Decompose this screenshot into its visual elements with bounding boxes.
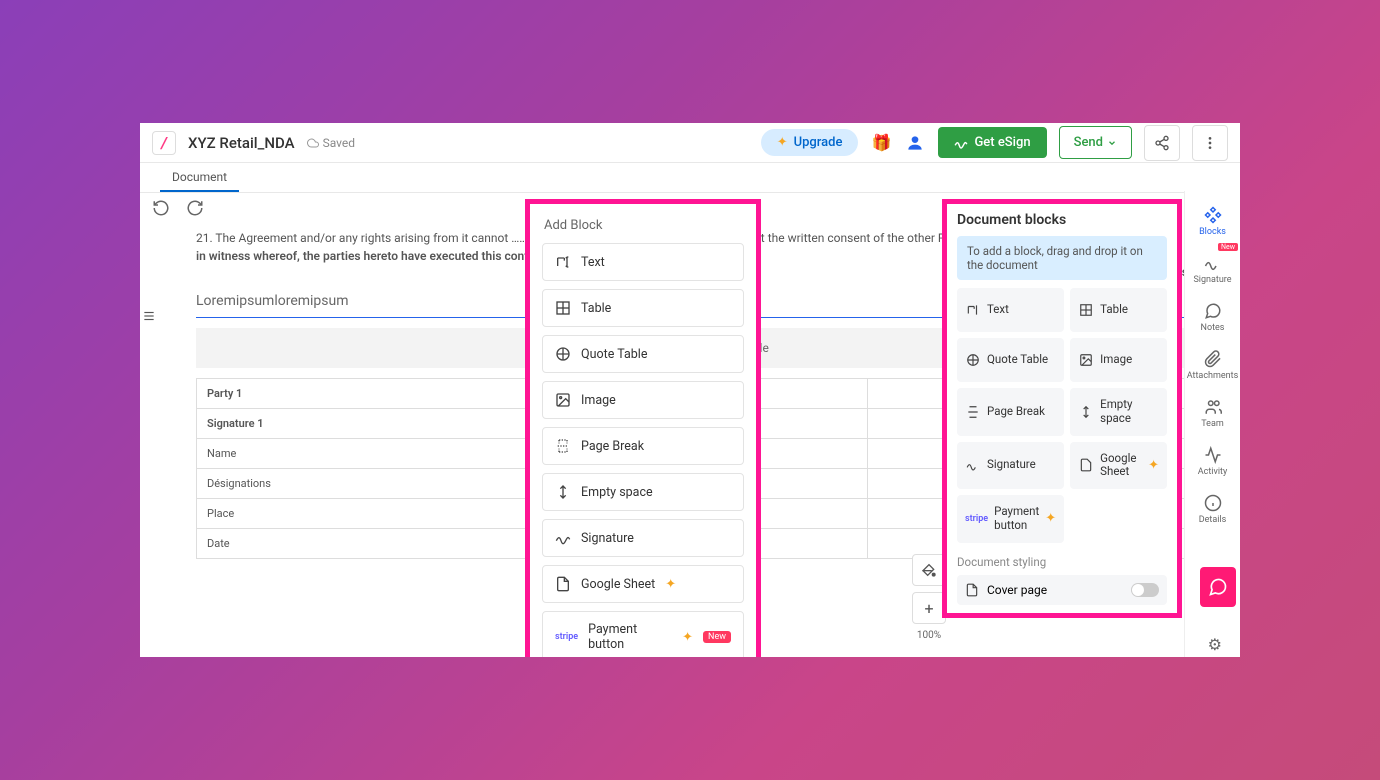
zoom-level: 100%: [917, 630, 941, 641]
doc-title: XYZ Retail_NDA: [188, 134, 295, 152]
header-bar: / XYZ Retail_NDA Saved ✦ Upgrade 🎁 Get e…: [140, 123, 1240, 163]
page-icon: [965, 583, 979, 597]
empty-space-icon: [555, 484, 571, 500]
grid-table[interactable]: Table: [1070, 288, 1167, 332]
app-window: / XYZ Retail_NDA Saved ✦ Upgrade 🎁 Get e…: [140, 123, 1240, 657]
grid-text[interactable]: Text: [957, 288, 1064, 332]
panel-title: Document blocks: [957, 212, 1167, 228]
quote-table-icon: [555, 346, 571, 362]
sparkle-icon: ✦: [665, 577, 676, 592]
undo-button[interactable]: [152, 199, 170, 217]
tab-team[interactable]: Team: [1185, 389, 1240, 437]
page-break-icon: [965, 404, 981, 420]
image-icon: [1078, 352, 1094, 368]
settings-gear-icon[interactable]: ⚙: [1208, 635, 1222, 654]
block-payment-button[interactable]: stripePayment button✦New: [542, 611, 744, 657]
block-text[interactable]: Text: [542, 243, 744, 281]
upgrade-button[interactable]: ✦ Upgrade: [761, 129, 859, 156]
page-break-icon: [555, 438, 571, 454]
add-button[interactable]: +: [912, 592, 946, 624]
sparkle-icon: ✦: [1148, 458, 1159, 473]
text-icon: [965, 302, 981, 318]
signature-icon: [555, 530, 571, 546]
tab-blocks[interactable]: Blocks: [1185, 197, 1240, 245]
google-sheet-icon: [1078, 457, 1094, 473]
redo-button[interactable]: [186, 199, 204, 217]
user-icon[interactable]: [904, 132, 926, 154]
send-button[interactable]: Send: [1059, 126, 1132, 159]
stripe-icon: stripe: [965, 514, 988, 524]
tab-document[interactable]: Document: [160, 164, 239, 192]
document-blocks-panel: Document blocks To add a block, drag and…: [942, 199, 1182, 618]
text-icon: [555, 254, 571, 270]
block-image[interactable]: Image: [542, 381, 744, 419]
block-quote-table[interactable]: Quote Table: [542, 335, 744, 373]
cover-page-toggle[interactable]: Cover page: [957, 575, 1167, 605]
grid-empty-space[interactable]: Empty space: [1070, 388, 1167, 436]
block-page-break[interactable]: Page Break: [542, 427, 744, 465]
fill-button[interactable]: [912, 554, 946, 586]
block-table[interactable]: Table: [542, 289, 744, 327]
share-icon: [1154, 135, 1170, 151]
float-actions: + 100%: [912, 554, 946, 641]
block-grid: Text Table Quote Table Image Page Break …: [957, 288, 1167, 543]
image-icon: [555, 392, 571, 408]
toggle-switch[interactable]: [1131, 583, 1159, 597]
gift-icon[interactable]: 🎁: [870, 132, 892, 154]
new-badge: New: [703, 631, 731, 643]
tab-activity[interactable]: Activity: [1185, 437, 1240, 485]
squiggle-icon: [954, 136, 968, 150]
block-signature[interactable]: Signature: [542, 519, 744, 557]
add-block-popup: Add Block Text Table Quote Table Image P…: [525, 199, 761, 657]
styling-label: Document styling: [957, 555, 1167, 569]
saved-label: Saved: [307, 136, 355, 150]
doc-icon: /: [152, 131, 176, 155]
google-sheet-icon: [555, 576, 571, 592]
add-block-title: Add Block: [542, 212, 744, 243]
chat-icon: [1208, 577, 1228, 597]
share-button[interactable]: [1144, 125, 1180, 161]
quote-table-icon: [965, 352, 981, 368]
sparkle-icon: ✦: [1045, 511, 1056, 526]
panel-hint: To add a block, drag and drop it on the …: [957, 236, 1167, 280]
tabs-row: Document: [140, 163, 1240, 193]
sparkle-icon: ✦: [682, 630, 693, 645]
chevron-down-icon: [1107, 138, 1117, 148]
table-icon: [1078, 302, 1094, 318]
grid-quote-table[interactable]: Quote Table: [957, 338, 1064, 382]
tab-details[interactable]: Details: [1185, 485, 1240, 533]
list-icon[interactable]: [142, 309, 156, 323]
signature-icon: [965, 457, 981, 473]
grid-page-break[interactable]: Page Break: [957, 388, 1064, 436]
tab-signature[interactable]: NewSignature: [1185, 245, 1240, 293]
block-empty-space[interactable]: Empty space: [542, 473, 744, 511]
grid-payment-button[interactable]: stripePayment button✦: [957, 495, 1064, 543]
cloud-icon: [307, 137, 319, 149]
more-options-button[interactable]: [1192, 125, 1228, 161]
tab-attachments[interactable]: Attachments: [1185, 341, 1240, 389]
block-google-sheet[interactable]: Google Sheet✦: [542, 565, 744, 603]
grid-google-sheet[interactable]: Google Sheet✦: [1070, 442, 1167, 490]
stripe-icon: stripe: [555, 632, 578, 642]
esign-button[interactable]: Get eSign: [938, 127, 1046, 158]
tab-notes[interactable]: Notes: [1185, 293, 1240, 341]
table-icon: [555, 300, 571, 316]
kebab-icon: [1202, 135, 1218, 151]
sparkle-icon: ✦: [777, 135, 788, 150]
new-badge: New: [1218, 243, 1238, 251]
grid-signature[interactable]: Signature: [957, 442, 1064, 490]
empty-space-icon: [1078, 404, 1094, 420]
chat-fab[interactable]: [1200, 567, 1236, 607]
grid-image[interactable]: Image: [1070, 338, 1167, 382]
